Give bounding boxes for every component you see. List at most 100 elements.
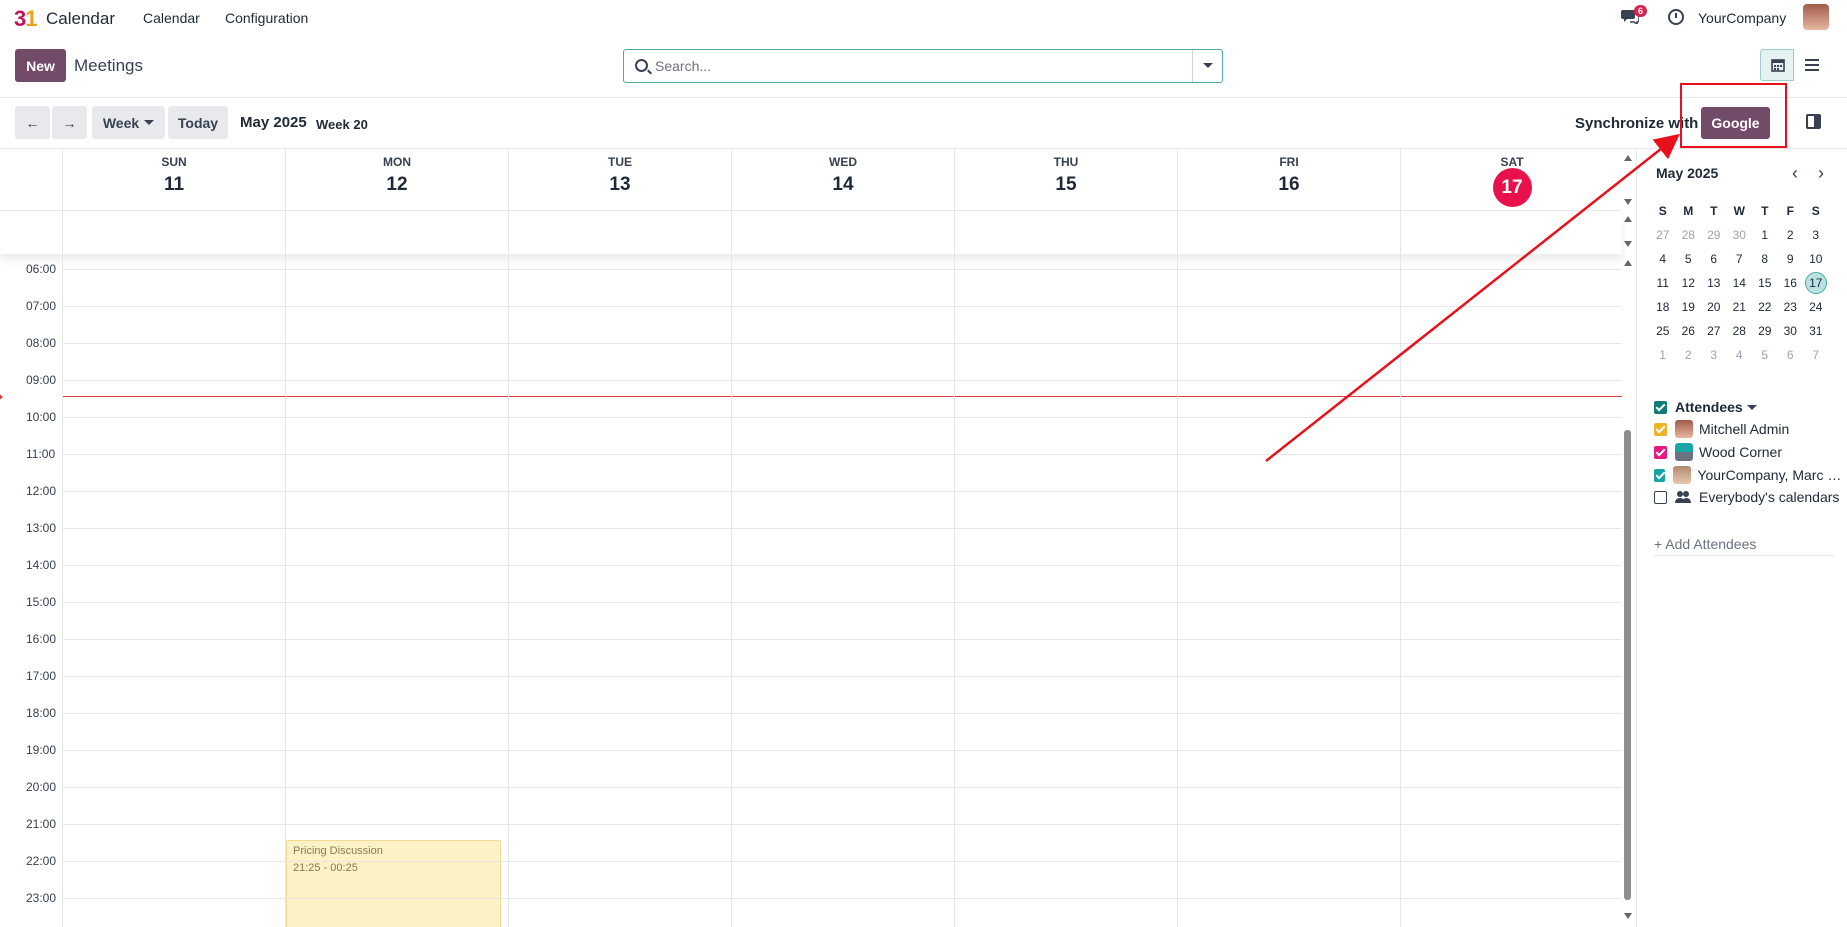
all-day-cell[interactable] xyxy=(954,211,1177,254)
attendees-filter-header[interactable]: Attendees xyxy=(1654,399,1757,415)
all-day-row[interactable] xyxy=(0,211,1622,254)
attendee-filter-item[interactable]: Everybody's calendars xyxy=(1654,489,1844,505)
mini-day[interactable]: 12 xyxy=(1676,271,1702,295)
activity-clock-icon[interactable] xyxy=(1668,9,1684,25)
user-avatar[interactable] xyxy=(1803,4,1829,30)
mini-day[interactable]: 6 xyxy=(1701,247,1727,271)
mini-day[interactable]: 26 xyxy=(1676,319,1702,343)
mini-day[interactable]: 25 xyxy=(1650,319,1676,343)
mini-day[interactable]: 22 xyxy=(1752,295,1778,319)
list-view-button[interactable] xyxy=(1795,49,1829,81)
grid-scroll-up-icon[interactable] xyxy=(1624,260,1632,266)
mini-day[interactable]: 3 xyxy=(1701,343,1727,367)
mini-day[interactable]: 30 xyxy=(1778,319,1804,343)
event-pricing-discussion[interactable]: Pricing Discussion 21:25 - 00:25 xyxy=(286,840,501,927)
allday-scroll-down-icon[interactable] xyxy=(1624,241,1632,247)
next-button[interactable]: → xyxy=(52,106,87,139)
mini-prev-chevron-icon[interactable]: ‹ xyxy=(1792,163,1798,184)
all-day-cell[interactable] xyxy=(1400,211,1623,254)
mini-day[interactable]: 10 xyxy=(1803,247,1829,271)
attendee-checkbox[interactable] xyxy=(1654,422,1667,436)
mini-day[interactable]: 5 xyxy=(1752,343,1778,367)
all-day-cell[interactable] xyxy=(1177,211,1400,254)
header-scroll-down-icon[interactable] xyxy=(1624,199,1632,205)
mini-day[interactable]: 2 xyxy=(1778,223,1804,247)
new-button[interactable]: New xyxy=(15,49,66,82)
attendee-filter-item[interactable]: Wood Corner xyxy=(1654,443,1844,461)
mini-day-number: 4 xyxy=(1735,348,1743,362)
mini-day[interactable]: 2 xyxy=(1676,343,1702,367)
today-button[interactable]: Today xyxy=(168,106,228,139)
search-input[interactable] xyxy=(655,56,1195,76)
mini-day[interactable]: 7 xyxy=(1803,343,1829,367)
scale-dropdown[interactable]: Week xyxy=(92,106,165,139)
grid-scroll-down-icon[interactable] xyxy=(1624,913,1632,919)
all-day-cell[interactable] xyxy=(62,211,285,254)
mini-day[interactable]: 14 xyxy=(1727,271,1753,295)
attendees-all-checkbox[interactable] xyxy=(1654,400,1667,414)
calendar-view-button[interactable] xyxy=(1760,49,1794,81)
mini-day[interactable]: 16 xyxy=(1778,271,1804,295)
attendee-checkbox[interactable] xyxy=(1654,468,1666,482)
previous-button[interactable]: ← xyxy=(15,106,50,139)
sidebar-toggle-icon[interactable] xyxy=(1806,114,1821,129)
day-header-fri[interactable]: FRI 16 xyxy=(1177,149,1400,211)
mini-day[interactable]: 27 xyxy=(1650,223,1676,247)
company-switcher[interactable]: YourCompany xyxy=(1698,10,1786,26)
mini-day[interactable]: 5 xyxy=(1676,247,1702,271)
mini-day-number: 3 xyxy=(1710,348,1718,362)
day-header-sun[interactable]: SUN 11 xyxy=(62,149,285,211)
mini-day[interactable]: 1 xyxy=(1650,343,1676,367)
mini-day[interactable]: 18 xyxy=(1650,295,1676,319)
header-scroll-up-icon[interactable] xyxy=(1624,155,1632,161)
mini-day[interactable]: 9 xyxy=(1778,247,1804,271)
all-day-cell[interactable] xyxy=(285,211,508,254)
mini-day[interactable]: 21 xyxy=(1727,295,1753,319)
mini-day[interactable]: 27 xyxy=(1701,319,1727,343)
mini-day[interactable]: 4 xyxy=(1650,247,1676,271)
day-header-wed[interactable]: WED 14 xyxy=(731,149,954,211)
mini-day[interactable]: 28 xyxy=(1676,223,1702,247)
mini-day[interactable]: 13 xyxy=(1701,271,1727,295)
mini-day[interactable]: 31 xyxy=(1803,319,1829,343)
all-day-cell[interactable] xyxy=(731,211,954,254)
mini-day[interactable]: 19 xyxy=(1676,295,1702,319)
allday-scroll-up-icon[interactable] xyxy=(1624,216,1632,222)
mini-day[interactable]: 11 xyxy=(1650,271,1676,295)
day-header-mon[interactable]: MON 12 xyxy=(285,149,508,211)
mini-day[interactable]: 30 xyxy=(1727,223,1753,247)
menu-calendar[interactable]: Calendar xyxy=(143,10,200,26)
app-name[interactable]: Calendar xyxy=(46,9,115,29)
search-options-toggle[interactable] xyxy=(1192,50,1222,82)
mini-day[interactable]: 1 xyxy=(1752,223,1778,247)
grid-scrollbar[interactable] xyxy=(1624,430,1631,900)
mini-next-chevron-icon[interactable]: › xyxy=(1818,163,1824,184)
day-header-tue[interactable]: TUE 13 xyxy=(508,149,731,211)
mini-day[interactable]: 15 xyxy=(1752,271,1778,295)
attendee-checkbox[interactable] xyxy=(1654,445,1667,459)
mini-day-selected[interactable]: 17 xyxy=(1803,271,1829,295)
mini-day[interactable]: 29 xyxy=(1701,223,1727,247)
mini-day[interactable]: 28 xyxy=(1727,319,1753,343)
day-header-thu[interactable]: THU 15 xyxy=(954,149,1177,211)
all-day-cell[interactable] xyxy=(508,211,731,254)
mini-day[interactable]: 23 xyxy=(1778,295,1804,319)
mini-day[interactable]: 6 xyxy=(1778,343,1804,367)
attendee-filter-item[interactable]: Mitchell Admin xyxy=(1654,420,1844,438)
attendee-checkbox[interactable] xyxy=(1654,490,1667,504)
mini-day[interactable]: 24 xyxy=(1803,295,1829,319)
time-grid[interactable]: Pricing Discussion 21:25 - 00:25 06:00 07… xyxy=(0,254,1622,927)
add-attendees-link[interactable]: + Add Attendees xyxy=(1654,536,1756,552)
chevron-down-icon[interactable] xyxy=(1746,404,1757,410)
mini-day[interactable]: 29 xyxy=(1752,319,1778,343)
day-header-sat[interactable]: SAT 17 xyxy=(1400,149,1623,211)
mini-day[interactable]: 20 xyxy=(1701,295,1727,319)
mini-day[interactable]: 7 xyxy=(1727,247,1753,271)
mini-day[interactable]: 4 xyxy=(1727,343,1753,367)
mini-day[interactable]: 3 xyxy=(1803,223,1829,247)
app-logo[interactable]: 31 xyxy=(14,6,38,32)
menu-configuration[interactable]: Configuration xyxy=(225,10,308,26)
attendee-filter-item[interactable]: YourCompany, Marc Demo xyxy=(1654,466,1844,484)
hour-line xyxy=(62,713,1622,714)
mini-day[interactable]: 8 xyxy=(1752,247,1778,271)
